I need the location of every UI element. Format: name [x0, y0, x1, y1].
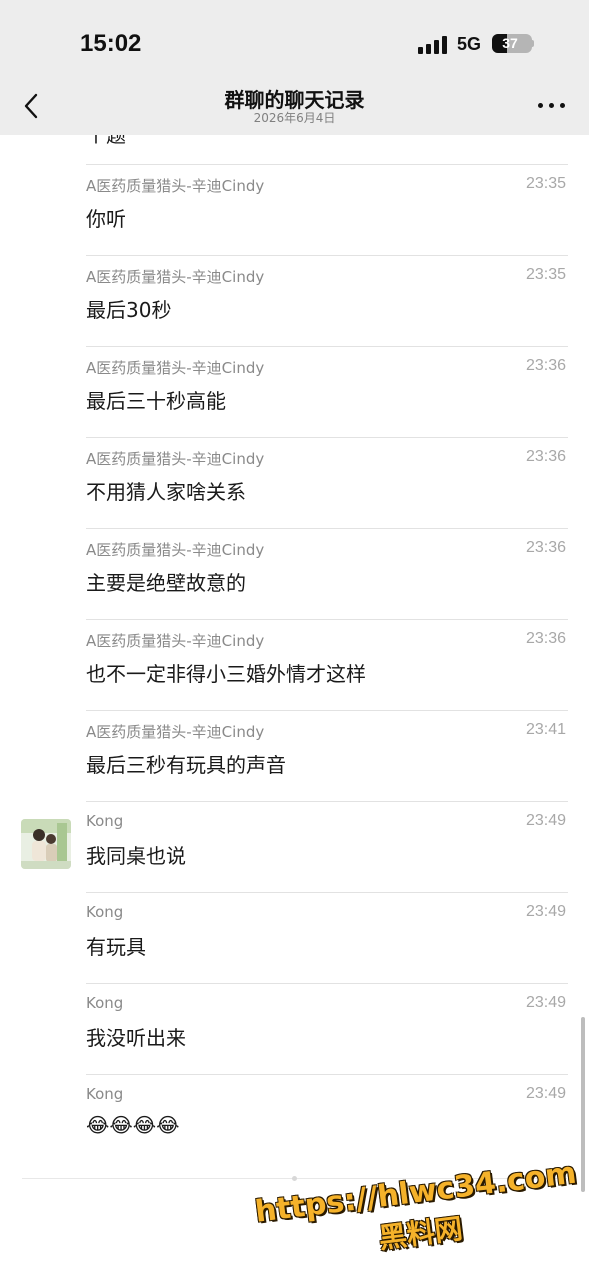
chat-message[interactable]: A医药质量猎头-辛迪Cindy 23:36 不用猜人家啥关系 [0, 437, 589, 528]
network-type: 5G [457, 34, 482, 54]
chat-message[interactable]: A医药质量猎头-辛迪Cindy 23:36 主要是绝壁故意的 [0, 528, 589, 619]
message-text: 不用猜人家啥关系 [86, 480, 246, 504]
scrollbar[interactable] [581, 1017, 585, 1192]
message-sender: A医药质量猎头-辛迪Cindy [86, 632, 265, 650]
chat-message[interactable]: Kong 23:49 有玩具 [0, 892, 589, 983]
battery-percent: 37 [502, 35, 518, 51]
message-sender: A医药质量猎头-辛迪Cindy [86, 541, 265, 559]
chat-message[interactable]: Kong 23:49 我没听出来 [0, 983, 589, 1074]
message-sender: A医药质量猎头-辛迪Cindy [86, 450, 265, 468]
message-time: 23:49 [525, 812, 566, 829]
message-time: 23:49 [525, 903, 566, 920]
message-sender: Kong [86, 1085, 124, 1103]
message-text: 最后三秒有玩具的声音 [86, 753, 286, 777]
message-time: 23:49 [525, 994, 566, 1011]
chat-message[interactable]: A医药质量猎头-辛迪Cindy 23:35 你听 [0, 164, 589, 255]
partial-message: 个题 [86, 135, 126, 147]
message-sender: A医药质量猎头-辛迪Cindy [86, 268, 265, 286]
status-bar: 15:02 5G 37 [0, 0, 589, 78]
message-time: 23:36 [525, 539, 566, 556]
message-sender: A医药质量猎头-辛迪Cindy [86, 723, 265, 741]
chat-message[interactable]: A医药质量猎头-辛迪Cindy 23:36 也不一定非得小三婚外情才这样 [0, 619, 589, 710]
message-sender: A医药质量猎头-辛迪Cindy [86, 177, 265, 195]
message-sender: Kong [86, 903, 124, 921]
message-sender: A医药质量猎头-辛迪Cindy [86, 359, 265, 377]
chat-message[interactable]: A医药质量猎头-辛迪Cindy 23:36 最后三十秒高能 [0, 346, 589, 437]
chat-message[interactable]: Kong 23:49 我同桌也说 [0, 801, 589, 892]
message-sender: Kong [86, 994, 124, 1012]
message-time: 23:35 [525, 175, 566, 192]
message-text: 也不一定非得小三婚外情才这样 [86, 662, 366, 686]
message-text: 主要是绝壁故意的 [86, 571, 246, 595]
message-time: 23:35 [525, 266, 566, 283]
more-dots-icon[interactable] [538, 102, 566, 110]
message-text: 你听 [86, 207, 126, 231]
message-text: 我没听出来 [86, 1026, 186, 1050]
chat-message[interactable]: Kong 23:49 😂😂😂😂 [0, 1074, 589, 1165]
message-text: 😂😂😂😂 [86, 1113, 180, 1137]
page-subtitle: 2026年6月4日 [253, 111, 336, 125]
message-sender: Kong [86, 812, 124, 830]
message-time: 23:36 [525, 630, 566, 647]
message-time: 23:41 [525, 721, 566, 738]
status-time: 15:02 [80, 30, 142, 57]
list-end-dot [292, 1176, 297, 1181]
message-text: 有玩具 [86, 935, 146, 959]
avatar[interactable] [21, 819, 71, 869]
message-text: 最后三十秒高能 [86, 389, 226, 413]
chat-message[interactable]: A医药质量猎头-辛迪Cindy 23:41 最后三秒有玩具的声音 [0, 710, 589, 801]
chat-message[interactable]: A医药质量猎头-辛迪Cindy 23:35 最后30秒 [0, 255, 589, 346]
nav-bar: 群聊的聊天记录 2026年6月4日 [0, 78, 589, 135]
chat-record-list[interactable]: 个题 A医药质量猎头-辛迪Cindy 23:35 你听 A医药质量猎头-辛迪Cindy… [0, 135, 589, 1280]
battery-icon: 37 [492, 34, 532, 53]
message-time: 23:49 [525, 1085, 566, 1102]
message-time: 23:36 [525, 357, 566, 374]
message-text: 最后30秒 [86, 298, 172, 322]
battery-tip [531, 40, 534, 47]
cellular-signal-icon [418, 34, 448, 54]
message-text: 我同桌也说 [86, 844, 186, 868]
message-time: 23:36 [525, 448, 566, 465]
